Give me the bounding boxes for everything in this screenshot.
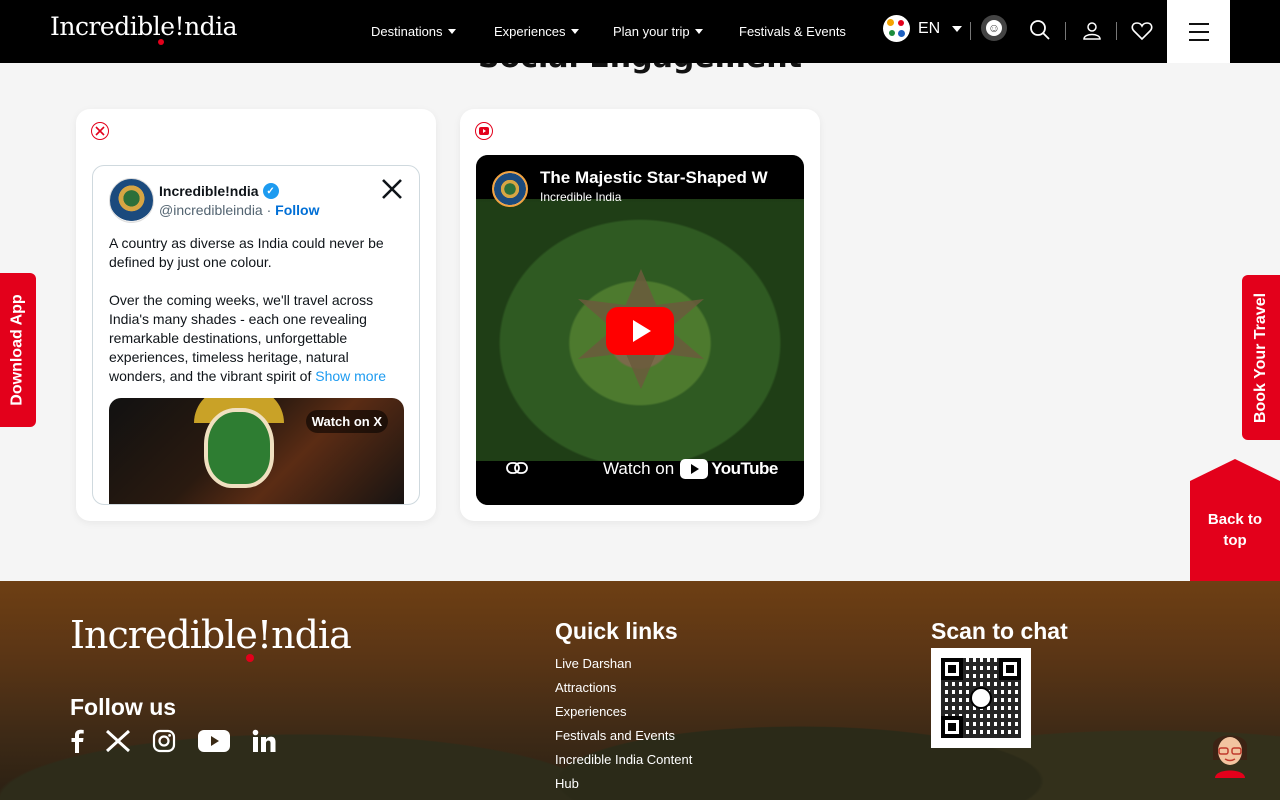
video-title[interactable]: The Majestic Star-Shaped W [540, 168, 768, 188]
whatsapp-icon [970, 687, 992, 709]
search-icon[interactable] [1029, 19, 1051, 41]
logo-text: Incredible!ndia [50, 12, 238, 41]
globe-icon [883, 15, 910, 42]
chevron-down-icon [447, 29, 456, 34]
linkedin-icon[interactable] [252, 729, 276, 753]
nav-label: Festivals & Events [739, 24, 846, 39]
nav-festivals-events[interactable]: Festivals & Events [739, 24, 846, 39]
site-footer: Incredible!ndia Follow us Quick links Li… [0, 581, 1280, 800]
back-to-top-button[interactable]: Back to top [1190, 459, 1280, 581]
download-app-label: Download App [9, 294, 27, 406]
site-logo[interactable]: Incredible!ndia [50, 12, 238, 45]
instagram-icon[interactable] [152, 729, 176, 753]
nav-label: Destinations [371, 24, 443, 39]
footer-logo-text: Incredible!ndia [70, 613, 352, 657]
channel-avatar[interactable] [492, 171, 528, 207]
separator: · [266, 202, 272, 218]
watch-on-youtube-button[interactable]: Watch on YouTube [603, 459, 778, 479]
copy-link-icon[interactable] [506, 461, 528, 475]
qr-marker [941, 716, 963, 738]
social-links [70, 729, 276, 753]
book-travel-label: Book Your Travel [1252, 292, 1269, 423]
logo-dot [246, 654, 254, 662]
tweet-text: A country as diverse as India could neve… [109, 234, 399, 386]
youtube-logo-text: YouTube [711, 459, 778, 478]
youtube-embed[interactable]: The Majestic Star-Shaped W Incredible In… [476, 155, 804, 505]
accessibility-button[interactable]: ☺ [981, 15, 1007, 41]
divider [970, 22, 971, 40]
avatar[interactable] [109, 178, 154, 223]
logo-dot [158, 39, 164, 45]
x-icon [91, 122, 109, 140]
site-header: Incredible!ndia Destinations Experiences… [0, 0, 1280, 63]
youtube-icon[interactable] [198, 729, 230, 753]
quick-links-heading: Quick links [555, 618, 678, 644]
chatbot-avatar-icon[interactable] [1207, 726, 1253, 778]
facebook-icon[interactable] [70, 729, 84, 753]
youtube-icon [475, 122, 493, 140]
scan-to-chat-heading: Scan to chat [931, 618, 1068, 644]
nav-label: Plan your trip [613, 24, 690, 39]
quick-link-live-darshan[interactable]: Live Darshan [555, 652, 715, 676]
chevron-down-icon [952, 25, 963, 32]
follow-us-heading: Follow us [70, 694, 177, 720]
follow-button[interactable]: Follow [275, 202, 319, 218]
quick-link-experiences[interactable]: Experiences [555, 700, 715, 724]
tweet-author[interactable]: Incredible!ndia ✓ [159, 183, 279, 199]
verified-badge-icon: ✓ [262, 183, 279, 199]
back-to-top-label: Back to top [1207, 511, 1263, 549]
footer-logo[interactable]: Incredible!ndia [70, 613, 352, 657]
download-app-tab[interactable]: Download App [0, 273, 36, 427]
youtube-logo-icon: YouTube [680, 459, 778, 479]
youtube-feed-card: The Majestic Star-Shaped W Incredible In… [460, 109, 820, 521]
show-more-link[interactable]: Show more [315, 368, 386, 384]
play-button[interactable] [606, 307, 674, 355]
language-code: EN [918, 19, 941, 37]
qr-marker [941, 658, 963, 680]
tweet-handle-row: @incredibleindia · Follow [159, 202, 320, 218]
author-name: Incredible!ndia [159, 183, 259, 199]
tweet-media[interactable]: Watch on X [109, 398, 404, 504]
hamburger-menu-button[interactable] [1167, 0, 1230, 63]
watch-on-x-button[interactable]: Watch on X [305, 410, 388, 433]
media-image [204, 408, 274, 488]
heart-icon[interactable] [1131, 21, 1153, 41]
nav-plan-your-trip[interactable]: Plan your trip [613, 24, 703, 39]
watch-label: Watch on [603, 459, 675, 478]
x-feed-card: Incredible!ndia ✓ @incredibleindia · Fol… [76, 109, 436, 521]
embedded-tweet[interactable]: Incredible!ndia ✓ @incredibleindia · Fol… [92, 165, 420, 505]
qr-marker [999, 658, 1021, 680]
x-logo-icon[interactable] [381, 178, 403, 200]
quick-link-festivals-events[interactable]: Festivals and Events [555, 724, 715, 748]
quick-links-list: Live Darshan Attractions Experiences Fes… [555, 652, 715, 796]
chevron-down-icon [570, 29, 579, 34]
nav-experiences[interactable]: Experiences [494, 24, 579, 39]
tweet-body: A country as diverse as India could neve… [109, 235, 384, 384]
language-selector[interactable]: EN [883, 15, 963, 42]
channel-name[interactable]: Incredible India [540, 190, 621, 204]
book-your-travel-tab[interactable]: Book Your Travel [1242, 275, 1280, 440]
divider [1116, 22, 1117, 40]
nav-label: Experiences [494, 24, 566, 39]
user-icon[interactable] [1083, 22, 1101, 40]
nav-destinations[interactable]: Destinations [371, 24, 456, 39]
whatsapp-qr-code[interactable] [931, 648, 1031, 748]
accessibility-icon: ☺ [986, 20, 1002, 36]
quick-link-content-hub[interactable]: Incredible India Content Hub [555, 748, 705, 796]
divider [1065, 22, 1066, 40]
chevron-down-icon [694, 29, 703, 34]
x-icon[interactable] [106, 730, 130, 752]
author-handle[interactable]: @incredibleindia [159, 202, 263, 218]
quick-link-attractions[interactable]: Attractions [555, 676, 715, 700]
